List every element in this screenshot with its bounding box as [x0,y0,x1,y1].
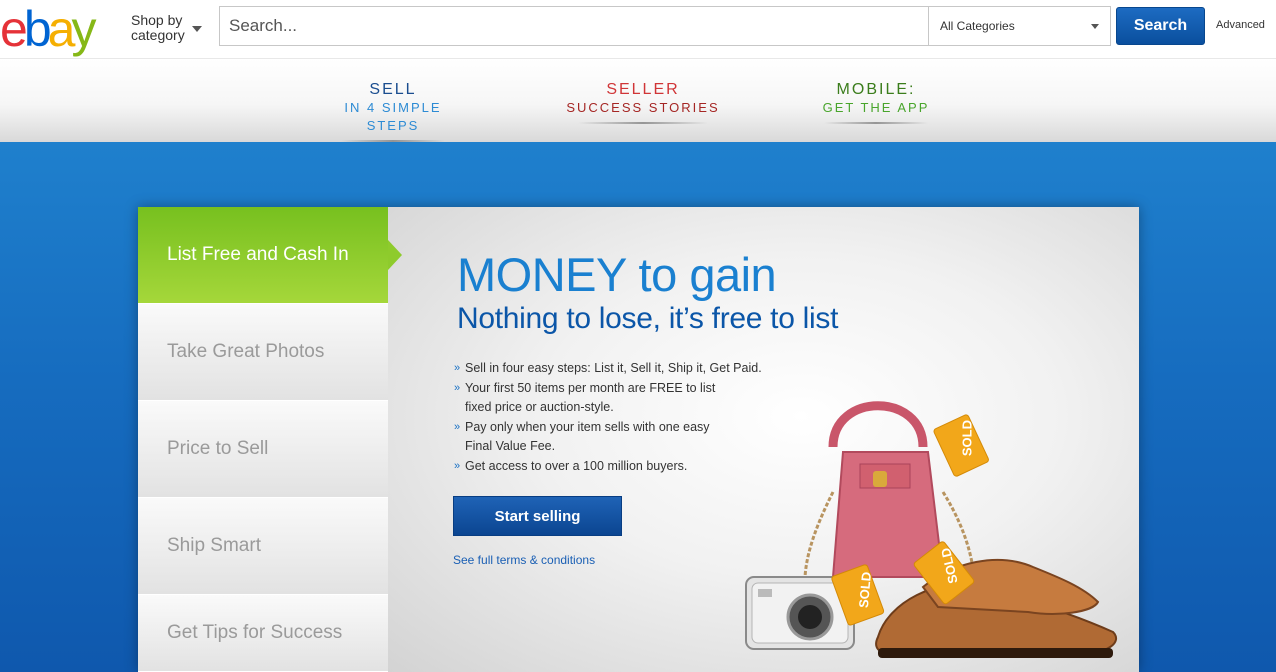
sidebar-item-label: Take Great Photos [167,341,325,362]
terms-link[interactable]: See full terms & conditions [453,553,595,567]
sidebar-item-list-free[interactable]: List Free and Cash In [138,207,402,304]
sidebar-item-price-to-sell[interactable]: Price to Sell [138,401,388,498]
sidebar-item-take-photos[interactable]: Take Great Photos [138,304,388,401]
sidebar-item-tips-success[interactable]: Get Tips for Success [138,595,388,672]
active-pointer-icon [388,240,402,270]
search-button[interactable]: Search [1116,7,1205,45]
nav-seller-stories[interactable]: SELLER SUCCESS STORIES [566,81,720,124]
ebay-logo[interactable]: e b a y [0,0,96,57]
tips-sidebar: List Free and Cash In Take Great Photos … [138,207,402,672]
nav-sell-steps[interactable]: SELL IN 4 SIMPLE STEPS [318,81,468,142]
sidebar-item-label: Price to Sell [167,438,269,459]
nav-stories-title: SELLER [606,81,680,98]
category-select[interactable]: All Categories [928,7,1110,45]
logo-letter-b: b [23,1,52,57]
shop-by-label: Shop by [131,12,183,28]
shop-by-category-button[interactable]: Shop by category [131,12,202,43]
tip-content: MONEY to gain Nothing to lose, it’s free… [388,207,1139,672]
start-selling-button[interactable]: Start selling [453,496,622,536]
nav-mobile-app[interactable]: MOBILE: GET THE APP [820,81,932,124]
products-illustration: SOLD SOLD SOLD [745,401,1117,658]
category-label: category [131,27,185,43]
sidebar-item-label: Ship Smart [167,535,261,556]
nav-underline [578,122,708,124]
promo-nav-strip: SELL IN 4 SIMPLE STEPS SELLER SUCCESS ST… [0,58,1276,142]
headline: MONEY to gain [457,248,777,301]
top-header: e b a y Shop by category All Categories … [0,0,1276,58]
nav-mobile-subtitle: GET THE APP [822,100,930,115]
sold-tag-label: SOLD [856,571,874,608]
nav-stories-subtitle: SUCCESS STORIES [566,100,720,115]
category-select-value: All Categories [940,19,1015,33]
sidebar-item-label: List Free and Cash In [167,244,349,265]
chevron-down-icon [192,26,202,32]
subheadline: Nothing to lose, it’s free to list [457,302,839,335]
nav-underline [824,122,928,124]
logo-letter-y: y [71,1,96,57]
chevron-down-icon [1091,24,1099,29]
sold-tag-icon: SOLD [933,414,989,477]
search-bar: All Categories [219,6,1111,46]
nav-sell-subtitle: IN 4 SIMPLE STEPS [344,100,442,133]
logo-letter-e: e [0,1,28,57]
sold-tag-label: SOLD [960,420,975,456]
list-item: Pay only when your item sells with one e… [454,418,734,456]
selling-tips-panel: List Free and Cash In Take Great Photos … [138,207,1139,672]
advanced-search-link[interactable]: Advanced [1216,19,1265,31]
nav-sell-title: SELL [369,81,417,98]
search-input[interactable] [220,7,928,45]
sidebar-item-ship-smart[interactable]: Ship Smart [138,498,388,595]
sidebar-item-label: Get Tips for Success [167,622,343,643]
list-item: Your first 50 items per month are FREE t… [454,379,734,417]
nav-mobile-title: MOBILE: [836,81,916,98]
logo-letter-a: a [47,1,76,57]
